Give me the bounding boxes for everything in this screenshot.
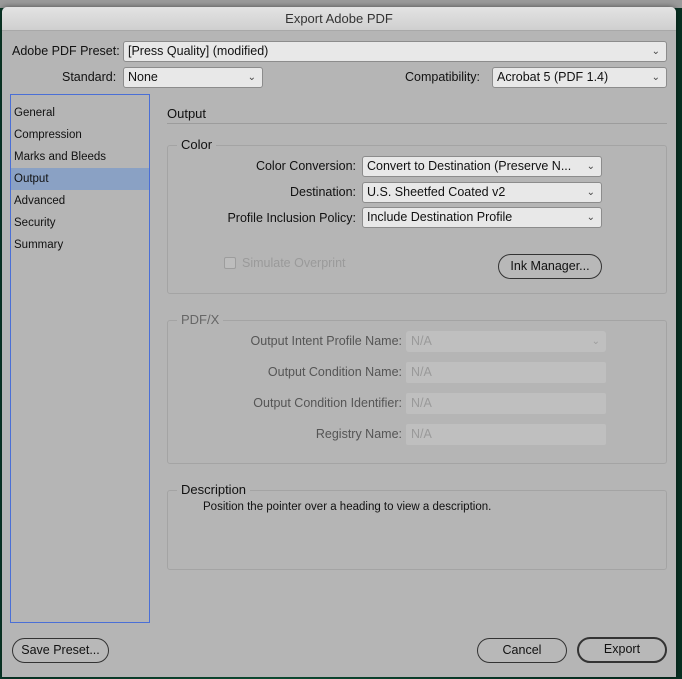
output-intent-value: N/A	[411, 334, 432, 348]
description-text: Position the pointer over a heading to v…	[203, 501, 492, 513]
chevron-down-icon: ⌄	[651, 72, 660, 83]
condition-name-label: Output Condition Name:	[267, 365, 402, 379]
export-button[interactable]: Export	[577, 637, 667, 663]
save-preset-button[interactable]: Save Preset...	[12, 638, 109, 663]
dialog-title: Export Adobe PDF	[2, 7, 676, 31]
sidebar-item-output[interactable]: Output	[11, 168, 149, 190]
registry-name-field[interactable]: N/A	[406, 424, 606, 445]
output-intent-select[interactable]: N/A ⌄	[406, 331, 606, 352]
destination-select[interactable]: U.S. Sheetfed Coated v2 ⌄	[362, 182, 602, 203]
ink-manager-button[interactable]: Ink Manager...	[498, 254, 602, 279]
chevron-down-icon: ⌄	[586, 161, 595, 172]
profile-policy-label: Profile Inclusion Policy:	[227, 211, 356, 225]
chevron-down-icon: ⌄	[651, 46, 660, 57]
output-intent-label: Output Intent Profile Name:	[250, 334, 402, 348]
preset-select[interactable]: [Press Quality] (modified) ⌄	[123, 41, 667, 62]
chevron-down-icon: ⌄	[247, 72, 256, 83]
color-conversion-select[interactable]: Convert to Destination (Preserve N... ⌄	[362, 156, 602, 177]
color-conversion-label: Color Conversion:	[255, 159, 356, 173]
sidebar-item-security[interactable]: Security	[11, 212, 149, 234]
compatibility-label: Compatibility:	[405, 70, 481, 84]
preset-label: Adobe PDF Preset:	[12, 44, 120, 58]
condition-identifier-field[interactable]: N/A	[406, 393, 606, 414]
cancel-button[interactable]: Cancel	[477, 638, 567, 663]
chevron-down-icon: ⌄	[586, 187, 595, 198]
description-group-title: Description	[177, 482, 251, 497]
destination-value: U.S. Sheetfed Coated v2	[367, 185, 506, 199]
section-title: Output	[167, 106, 207, 121]
sidebar-item-general[interactable]: General	[11, 102, 149, 124]
condition-identifier-label: Output Condition Identifier:	[253, 396, 402, 410]
condition-name-field[interactable]: N/A	[406, 362, 606, 383]
chevron-down-icon: ⌄	[586, 212, 595, 223]
standard-label: Standard:	[62, 70, 117, 84]
chevron-down-icon: ⌄	[591, 336, 600, 347]
compatibility-value: Acrobat 5 (PDF 1.4)	[497, 70, 609, 84]
compatibility-select[interactable]: Acrobat 5 (PDF 1.4) ⌄	[492, 67, 667, 88]
standard-select[interactable]: None ⌄	[123, 67, 263, 88]
profile-policy-value: Include Destination Profile	[367, 210, 513, 224]
sidebar-item-compression[interactable]: Compression	[11, 124, 149, 146]
section-divider	[167, 123, 667, 124]
simulate-overprint-label: Simulate Overprint	[242, 256, 346, 270]
color-group-title: Color	[177, 137, 217, 152]
destination-label: Destination:	[289, 185, 356, 199]
pdfx-group-title: PDF/X	[177, 312, 224, 327]
registry-name-label: Registry Name:	[315, 427, 402, 441]
sidebar-nav: General Compression Marks and Bleeds Out…	[10, 94, 150, 623]
color-conversion-value: Convert to Destination (Preserve N...	[367, 159, 572, 173]
standard-value: None	[128, 70, 158, 84]
sidebar-item-advanced[interactable]: Advanced	[11, 190, 149, 212]
profile-policy-select[interactable]: Include Destination Profile ⌄	[362, 207, 602, 228]
preset-value: [Press Quality] (modified)	[128, 44, 269, 58]
sidebar-item-summary[interactable]: Summary	[11, 234, 149, 256]
simulate-overprint-checkbox[interactable]	[224, 257, 236, 269]
sidebar-item-marks-and-bleeds[interactable]: Marks and Bleeds	[11, 146, 149, 168]
